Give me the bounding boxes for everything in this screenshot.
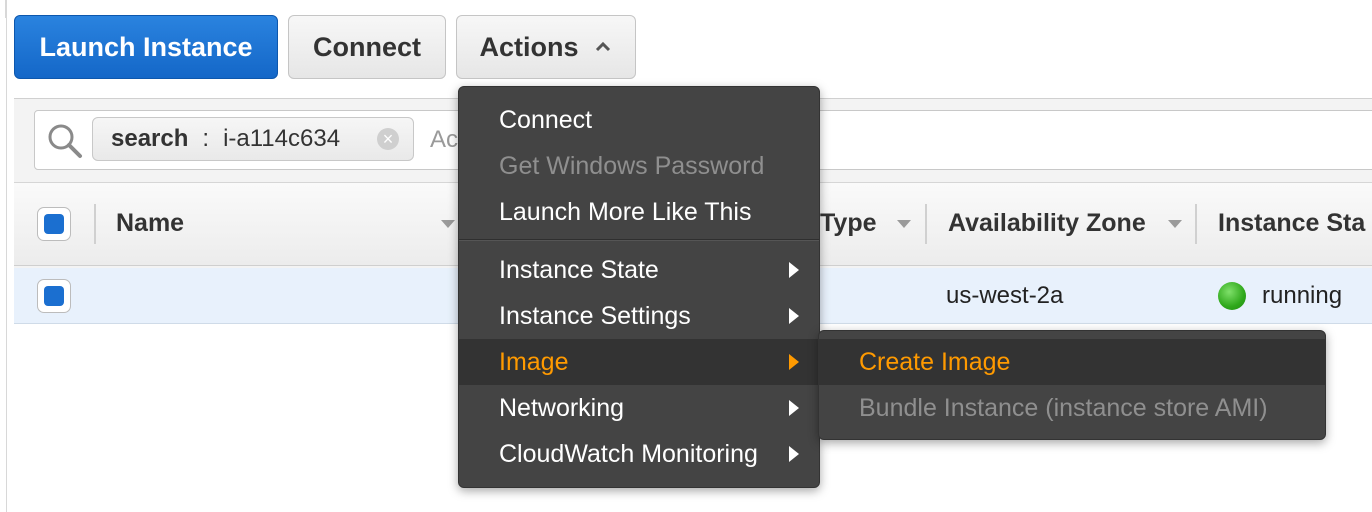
submenu-item-create-image[interactable]: Create Image: [819, 339, 1325, 385]
column-header-name[interactable]: Name: [116, 209, 184, 238]
token-separator: :: [202, 125, 210, 152]
menu-item-label: Connect: [499, 106, 593, 134]
submenu-arrow-icon: [789, 354, 799, 370]
sort-caret-icon[interactable]: [1168, 220, 1182, 228]
column-separator: [925, 204, 927, 244]
ec2-instances-page: Launch Instance Connect Actions search :…: [0, 0, 1372, 512]
launch-instance-label: Launch Instance: [39, 31, 253, 62]
actions-button[interactable]: Actions: [456, 15, 636, 79]
row-checkbox[interactable]: [37, 279, 71, 313]
submenu-item-label: Create Image: [859, 348, 1011, 376]
image-submenu: Create Image Bundle Instance (instance s…: [818, 330, 1326, 440]
column-header-instance-state[interactable]: Instance Sta: [1218, 209, 1365, 238]
column-separator: [94, 204, 96, 244]
menu-item-label: Instance Settings: [499, 302, 691, 330]
column-separator: [1195, 204, 1197, 244]
token-value: i-a114c634: [223, 125, 341, 152]
submenu-item-label: Bundle Instance (instance store AMI): [859, 394, 1268, 422]
menu-item-instance-settings[interactable]: Instance Settings: [459, 293, 819, 339]
left-edge-line: [6, 0, 7, 512]
actions-dropdown-menu: Connect Get Windows Password Launch More…: [458, 86, 820, 488]
chevron-up-icon: [595, 41, 610, 52]
actions-label: Actions: [479, 31, 579, 62]
column-header-type[interactable]: Type: [820, 209, 877, 238]
search-icon: [48, 124, 82, 158]
menu-item-label: Networking: [499, 394, 625, 422]
select-all-checkbox[interactable]: [37, 207, 71, 241]
menu-item-label: CloudWatch Monitoring: [499, 440, 758, 468]
menu-item-launch-more-like-this[interactable]: Launch More Like This: [459, 189, 819, 235]
submenu-arrow-icon: [789, 308, 799, 324]
menu-item-label: Get Windows Password: [499, 152, 765, 180]
menu-item-label: Instance State: [499, 256, 659, 284]
remove-token-icon[interactable]: ×: [377, 128, 399, 150]
cell-availability-zone: us-west-2a: [946, 282, 1064, 309]
running-status-icon: [1218, 282, 1246, 310]
launch-instance-button[interactable]: Launch Instance: [14, 15, 278, 79]
menu-item-cloudwatch-monitoring[interactable]: CloudWatch Monitoring: [459, 431, 819, 477]
token-key: search: [111, 125, 189, 152]
menu-item-networking[interactable]: Networking: [459, 385, 819, 431]
menu-item-connect[interactable]: Connect: [459, 97, 819, 143]
menu-item-label: Launch More Like This: [499, 198, 752, 226]
column-header-availability-zone[interactable]: Availability Zone: [948, 209, 1146, 238]
menu-item-instance-state[interactable]: Instance State: [459, 247, 819, 293]
submenu-arrow-icon: [789, 400, 799, 416]
sort-caret-icon[interactable]: [897, 220, 911, 228]
search-filter-token[interactable]: search : i-a114c634 ×: [92, 117, 414, 161]
submenu-arrow-icon: [789, 446, 799, 462]
menu-item-label: Image: [499, 348, 569, 376]
submenu-arrow-icon: [789, 262, 799, 278]
search-placeholder: Ac: [430, 126, 459, 153]
menu-divider: [459, 239, 819, 241]
connect-label: Connect: [313, 31, 421, 62]
sort-caret-icon[interactable]: [441, 220, 455, 228]
submenu-item-bundle-instance: Bundle Instance (instance store AMI): [819, 385, 1325, 431]
cell-instance-state: running: [1262, 282, 1343, 309]
menu-item-get-windows-password: Get Windows Password: [459, 143, 819, 189]
connect-button[interactable]: Connect: [288, 15, 446, 79]
menu-item-image[interactable]: Image: [459, 339, 819, 385]
